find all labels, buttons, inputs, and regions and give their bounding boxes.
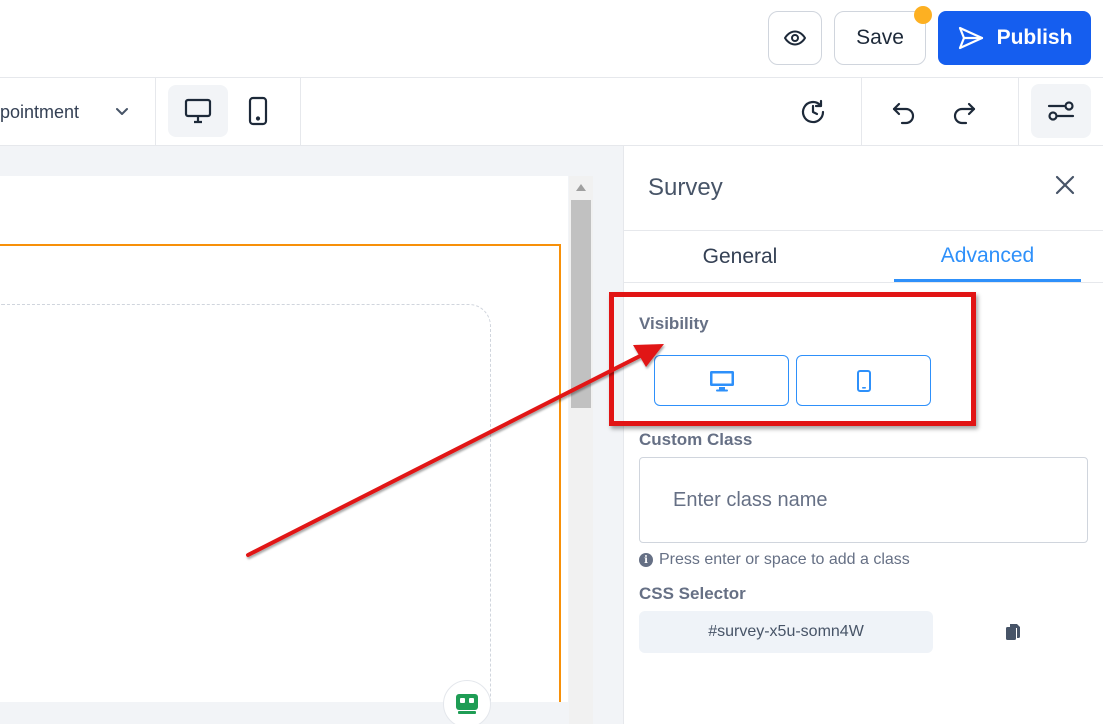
- preview-button[interactable]: [768, 11, 822, 65]
- page-name: ppointment: [0, 102, 80, 122]
- version-history-button[interactable]: [790, 90, 836, 134]
- send-icon: [958, 26, 983, 50]
- publish-label: Publish: [996, 26, 1073, 49]
- undo-icon: [892, 102, 915, 125]
- copy-selector-button[interactable]: [1002, 621, 1024, 643]
- tab-advanced[interactable]: Advanced: [894, 232, 1081, 282]
- redo-button[interactable]: [942, 90, 986, 134]
- css-selector-text: #survey-x5u-somn4W: [708, 623, 864, 640]
- chat-widget-button[interactable]: [443, 680, 491, 724]
- history-icon: [801, 99, 825, 124]
- toolbar-divider: [1018, 78, 1019, 146]
- bot-icon: [456, 694, 478, 714]
- custom-class-hint-text: Press enter or space to add a class: [659, 551, 910, 568]
- tab-general-label: General: [702, 245, 778, 268]
- mobile-view-button[interactable]: [230, 85, 286, 137]
- editor-toolbar: ppointment: [0, 78, 1103, 146]
- close-panel-button[interactable]: [1050, 170, 1080, 200]
- mobile-icon: [248, 96, 268, 126]
- annotation-highlight-box: [609, 292, 976, 426]
- settings-panel-button[interactable]: [1031, 84, 1091, 138]
- page-selector[interactable]: ppointment: [0, 78, 156, 146]
- custom-class-input[interactable]: [639, 457, 1088, 543]
- divider: [624, 230, 1103, 231]
- desktop-view-button[interactable]: [168, 85, 228, 137]
- css-selector-value: #survey-x5u-somn4W: [639, 611, 933, 653]
- canvas-scrollbar[interactable]: [569, 176, 593, 724]
- tab-advanced-label: Advanced: [940, 243, 1035, 267]
- copy-icon: [1006, 624, 1020, 640]
- redo-icon: [953, 102, 976, 125]
- chevron-down-icon: [116, 108, 128, 115]
- info-icon: i: [639, 553, 653, 567]
- undo-button[interactable]: [882, 90, 926, 134]
- desktop-icon: [184, 98, 212, 124]
- save-button[interactable]: Save: [834, 11, 926, 65]
- toolbar-divider: [861, 78, 862, 146]
- top-bar: Save Publish: [0, 0, 1103, 78]
- eye-icon: [784, 30, 806, 46]
- custom-class-label: Custom Class: [639, 430, 753, 449]
- divider: [624, 282, 1103, 283]
- css-selector-label: CSS Selector: [639, 584, 746, 603]
- save-label: Save: [856, 26, 904, 49]
- element-settings-panel: Survey General Advanced Visibility Custo…: [623, 146, 1103, 724]
- toolbar-divider: [300, 78, 301, 146]
- scroll-up-arrow[interactable]: [576, 184, 586, 191]
- survey-placeholder-card[interactable]: [0, 304, 491, 724]
- scroll-thumb[interactable]: [571, 200, 591, 408]
- publish-button[interactable]: Publish: [938, 11, 1091, 65]
- custom-class-hint: i Press enter or space to add a class: [639, 551, 910, 569]
- unsaved-indicator: [914, 6, 932, 24]
- settings-sliders-icon: [1047, 101, 1075, 121]
- tab-general[interactable]: General: [624, 232, 856, 282]
- panel-title: Survey: [648, 174, 723, 201]
- close-icon: [1055, 175, 1075, 195]
